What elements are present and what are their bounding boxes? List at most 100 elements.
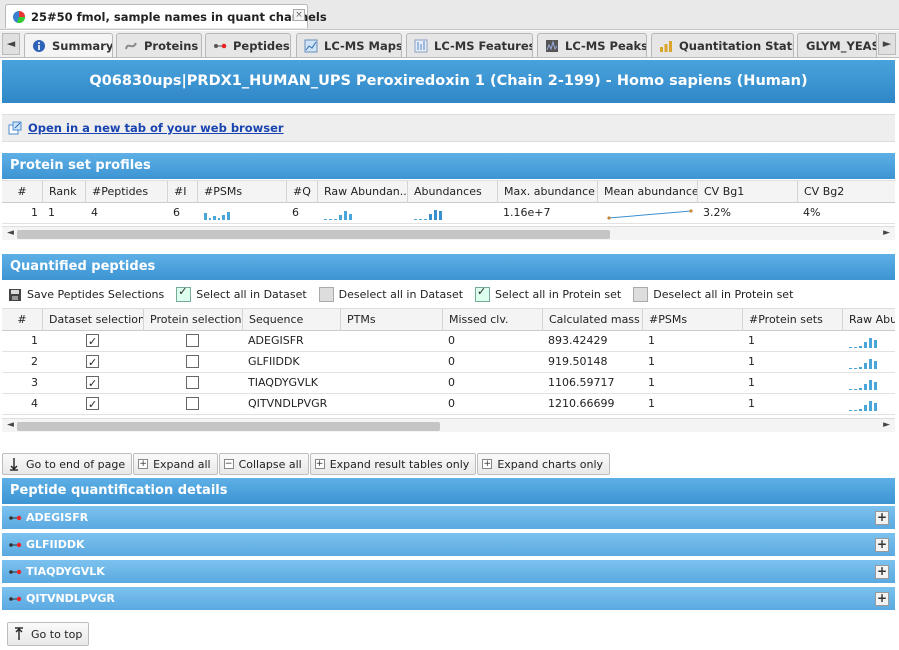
dataset-selection-checkbox[interactable]	[86, 395, 99, 414]
tab-peptides[interactable]: Peptides	[205, 33, 291, 57]
scroll-tabs-right-button[interactable]: ►	[878, 33, 896, 55]
table-row[interactable]: 1 ADEGISFR 0 893.42429 1 1	[2, 331, 895, 352]
peptide-detail-row[interactable]: GLFIIDDK +	[2, 533, 895, 557]
expand-charts-button[interactable]: + Expand charts only	[477, 453, 611, 475]
scroll-tabs-left-button[interactable]: ◄	[2, 33, 20, 55]
column-header[interactable]: PTMs	[340, 309, 442, 331]
tab-proteins[interactable]: Proteins	[116, 33, 202, 57]
collapse-icon: −	[223, 459, 234, 469]
column-header[interactable]: Raw Abun	[842, 309, 895, 331]
table-row[interactable]: 2 GLFIIDDK 0 919.50148 1 1	[2, 352, 895, 373]
deselect-all-in-dataset-button[interactable]: Deselect all in Dataset	[318, 287, 463, 302]
protein-selection-cell	[143, 352, 242, 372]
column-header[interactable]: #	[2, 309, 42, 331]
protein-set-profiles-scrollbar[interactable]: ◄ ►	[2, 226, 895, 240]
deselect-all-in-protein-set-button[interactable]: Deselect all in Protein set	[633, 287, 793, 302]
view-tab-bar: ◄ Summary Proteins Peptides LC-MS Maps L…	[0, 31, 899, 58]
go-to-end-of-page-button[interactable]: Go to end of page	[2, 453, 133, 475]
document-tab-bar: 25#50 fmol, sample names in quant channe…	[0, 0, 899, 30]
column-header[interactable]: #I	[167, 181, 197, 203]
scroll-right-icon[interactable]: ►	[883, 227, 890, 240]
protein-selection-checkbox[interactable]	[186, 397, 199, 410]
collapse-all-button[interactable]: − Collapse all	[218, 453, 309, 475]
protein-selection-checkbox[interactable]	[186, 355, 199, 368]
protein-set-profiles-table-header: # Rank #Peptides #I #PSMs #Q Raw Abundan…	[2, 180, 895, 203]
column-header[interactable]: Raw Abundan...	[317, 181, 407, 203]
peptide-detail-row[interactable]: ADEGISFR +	[2, 506, 895, 530]
expand-result-tables-button[interactable]: + Expand result tables only	[309, 453, 477, 475]
row-index: 1	[31, 334, 38, 347]
tab-summary[interactable]: Summary	[24, 33, 113, 57]
protein-sets-cell: 1	[748, 397, 755, 410]
column-header[interactable]: #Peptides	[85, 181, 167, 203]
column-header[interactable]: Calculated mass	[542, 309, 642, 331]
scrollbar-thumb[interactable]	[17, 422, 440, 431]
missed-cleavage-cell: 0	[448, 334, 455, 347]
tab-lc-ms-features[interactable]: LC-MS Features	[406, 33, 533, 57]
save-peptides-selections-button[interactable]: Save Peptides Selections	[8, 288, 164, 302]
peptide-detail-label: TIAQDYGVLK	[26, 565, 105, 578]
table-row[interactable]: 4 QITVNDLPVGR 0 1210.66699 1 1	[2, 394, 895, 415]
tab-quantitation-stats[interactable]: Quantitation Stats	[651, 33, 794, 57]
ptms-cell	[340, 352, 442, 372]
protein-icon	[125, 41, 137, 49]
peptide-detail-row[interactable]: TIAQDYGVLK +	[2, 560, 895, 584]
row-index: 2	[31, 355, 38, 368]
column-header[interactable]: Rank	[42, 181, 85, 203]
column-header[interactable]: Missed clv.	[442, 309, 542, 331]
column-header[interactable]: Protein selection	[143, 309, 242, 331]
expand-icon[interactable]: +	[875, 592, 889, 606]
column-header[interactable]: #Q	[286, 181, 317, 203]
peptide-detail-row[interactable]: QITVNDLPVGR +	[2, 587, 895, 611]
column-header[interactable]: Abundances	[407, 181, 497, 203]
table-row[interactable]: 1 1 4 6 6 1.16e+7 3.2% 4%	[2, 203, 895, 224]
column-header[interactable]: #	[2, 181, 42, 203]
document-tab[interactable]: 25#50 fmol, sample names in quant channe…	[5, 4, 327, 28]
select-all-in-dataset-button[interactable]: Select all in Dataset	[176, 285, 307, 302]
table-row[interactable]: 3 TIAQDYGVLK 0 1106.59717 1 1	[2, 373, 895, 394]
tab-glym-yeast[interactable]: GLYM_YEAST	[797, 33, 877, 57]
raw-abundance-sparkline	[842, 352, 895, 372]
raw-abundance-sparkline	[842, 394, 895, 414]
column-header[interactable]: #Protein sets	[742, 309, 842, 331]
tab-lc-ms-maps[interactable]: LC-MS Maps	[296, 33, 402, 57]
open-in-browser-link[interactable]: Open in a new tab of your web browser	[28, 121, 284, 135]
ptms-cell	[340, 373, 442, 393]
expand-icon[interactable]: +	[875, 511, 889, 525]
scroll-right-icon[interactable]: ►	[883, 419, 890, 432]
expand-icon[interactable]: +	[875, 565, 889, 579]
column-header[interactable]: Mean abundances	[597, 181, 697, 203]
column-header[interactable]: CV Bg2	[797, 181, 895, 203]
row-index: 1	[31, 206, 38, 219]
select-all-in-protein-set-button[interactable]: Select all in Protein set	[475, 285, 621, 302]
scroll-left-icon[interactable]: ◄	[7, 227, 14, 240]
column-header[interactable]: CV Bg1	[697, 181, 797, 203]
column-header[interactable]: Sequence	[242, 309, 340, 331]
scroll-left-icon[interactable]: ◄	[7, 419, 14, 432]
psms-cell: 1	[648, 397, 655, 410]
scrollbar-thumb[interactable]	[17, 230, 610, 239]
column-header[interactable]: #PSMs	[642, 309, 742, 331]
close-icon[interactable]: ×	[293, 9, 305, 21]
dataset-selection-checkbox[interactable]	[86, 332, 99, 351]
expand-all-button[interactable]: + Expand all	[133, 453, 218, 475]
abundances-bar-sparkline-icon	[414, 210, 442, 220]
go-to-top-button[interactable]: Go to top	[7, 622, 90, 646]
expand-icon[interactable]: +	[875, 538, 889, 552]
peptide-detail-label: QITVNDLPVGR	[26, 592, 115, 605]
protein-selection-cell	[143, 394, 242, 414]
expand-collapse-toolbar: Go to end of page + Expand all − Collaps…	[2, 453, 611, 475]
tab-lc-ms-peaks[interactable]: LC-MS Peaks	[537, 33, 647, 57]
column-header[interactable]: Max. abundance	[497, 181, 597, 203]
rank-cell: 1	[48, 206, 55, 219]
column-header[interactable]: Dataset selection	[42, 309, 143, 331]
dataset-selection-checkbox[interactable]	[86, 374, 99, 393]
expand-icon: +	[314, 459, 325, 469]
save-icon	[9, 288, 21, 301]
column-header[interactable]: #PSMs	[197, 181, 286, 203]
protein-selection-checkbox[interactable]	[186, 376, 199, 389]
protein-selection-checkbox[interactable]	[186, 334, 199, 347]
raw-abundance-bar-sparkline-icon	[324, 211, 352, 220]
quantified-peptides-scrollbar[interactable]: ◄ ►	[2, 418, 895, 432]
dataset-selection-checkbox[interactable]	[86, 353, 99, 372]
